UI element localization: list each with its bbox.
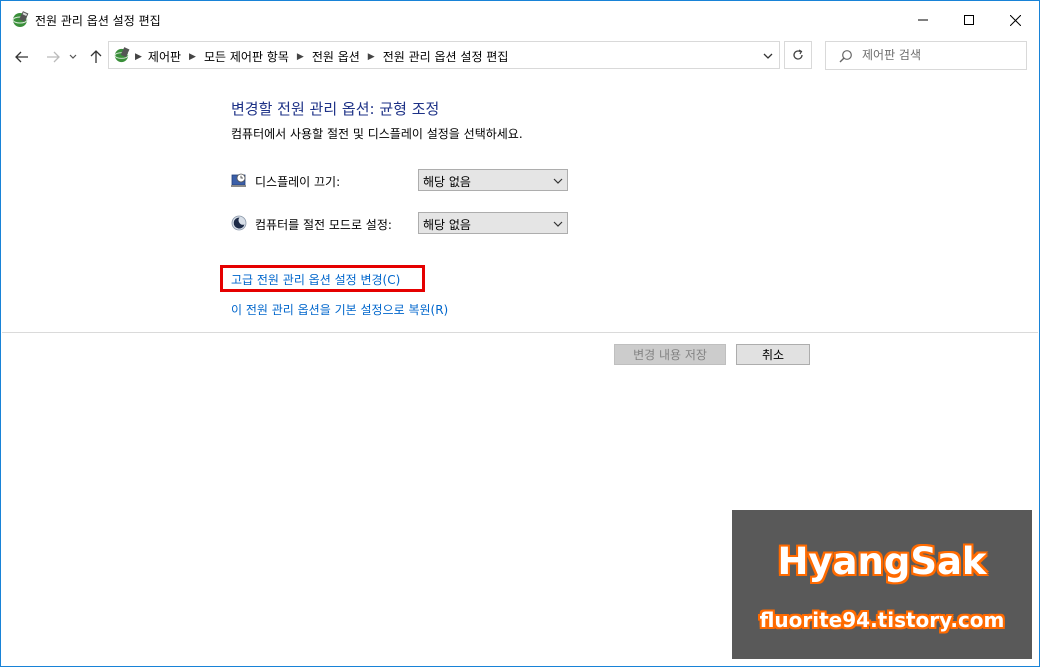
window-title: 전원 관리 옵션 설정 편집	[35, 14, 161, 28]
display-off-value: 해당 없음	[423, 175, 471, 189]
refresh-icon	[793, 49, 803, 60]
arrow-up-icon	[90, 50, 102, 63]
highlight-box	[220, 265, 425, 292]
breadcrumb-edit-plan[interactable]: 전원 관리 옵션 설정 편집	[383, 48, 509, 65]
display-off-label: 디스플레이 끄기:	[255, 175, 341, 189]
search-icon	[839, 50, 852, 63]
chevron-right-icon[interactable]: ▶	[297, 52, 304, 62]
chevron-right-icon[interactable]: ▶	[135, 52, 142, 62]
save-changes-button[interactable]: 변경 내용 저장	[614, 344, 726, 365]
display-clock-icon	[231, 173, 246, 187]
breadcrumb-all-items[interactable]: 모든 제어판 항목	[204, 48, 289, 65]
display-off-select[interactable]: 해당 없음	[418, 169, 568, 191]
chevron-down-icon	[69, 54, 77, 59]
divider	[2, 332, 1038, 333]
sleep-value: 해당 없음	[423, 218, 471, 232]
forward-button[interactable]	[42, 46, 64, 68]
chevron-down-icon	[553, 221, 563, 227]
restore-defaults-link[interactable]: 이 전원 관리 옵션을 기본 설정으로 복원(R)	[231, 301, 448, 318]
watermark-url: fluorite94.tistory.com	[759, 608, 1005, 632]
minimize-icon	[918, 19, 928, 21]
minimize-button[interactable]	[900, 1, 946, 39]
address-bar[interactable]: ▶ 제어판 ▶ 모든 제어판 항목 ▶ 전원 옵션 ▶ 전원 관리 옵션 설정 …	[108, 41, 780, 69]
watermark: HyangSak fluorite94.tistory.com	[732, 510, 1032, 659]
page-description: 컴퓨터에서 사용할 절전 및 디스플레이 설정을 선택하세요.	[231, 127, 523, 141]
close-button[interactable]	[992, 1, 1038, 39]
window: 전원 관리 옵션 설정 편집 ▶ 제어판 ▶ 모든 제어판 항목 ▶ 전원 옵션…	[0, 0, 1040, 667]
page-title: 변경할 전원 관리 옵션: 균형 조정	[231, 100, 440, 118]
recent-locations-button[interactable]	[65, 46, 81, 68]
watermark-title: HyangSak	[777, 540, 987, 583]
up-button[interactable]	[85, 46, 107, 68]
breadcrumb: ▶ 제어판 ▶ 모든 제어판 항목 ▶ 전원 옵션 ▶ 전원 관리 옵션 설정 …	[135, 48, 508, 65]
control-panel-icon	[114, 47, 130, 63]
power-options-icon	[12, 11, 29, 27]
breadcrumb-power-options[interactable]: 전원 옵션	[312, 48, 360, 65]
title-bar: 전원 관리 옵션 설정 편집	[1, 1, 1039, 39]
maximize-button[interactable]	[946, 1, 992, 39]
search-input[interactable]	[862, 46, 1022, 64]
arrow-right-icon	[47, 51, 60, 63]
search-box[interactable]	[825, 41, 1027, 70]
chevron-down-icon	[553, 178, 563, 184]
sleep-select[interactable]: 해당 없음	[418, 212, 568, 234]
breadcrumb-control-panel[interactable]: 제어판	[148, 48, 181, 65]
moon-icon	[231, 215, 247, 231]
chevron-right-icon[interactable]: ▶	[189, 52, 196, 62]
chevron-right-icon[interactable]: ▶	[368, 52, 375, 62]
close-icon	[1009, 14, 1021, 26]
refresh-button[interactable]	[784, 41, 812, 69]
cancel-button[interactable]: 취소	[736, 344, 810, 365]
maximize-icon	[964, 15, 974, 25]
back-button[interactable]	[11, 46, 33, 68]
chevron-down-icon[interactable]	[761, 49, 775, 63]
sleep-label: 컴퓨터를 절전 모드로 설정:	[255, 218, 392, 232]
arrow-left-icon	[15, 51, 28, 63]
